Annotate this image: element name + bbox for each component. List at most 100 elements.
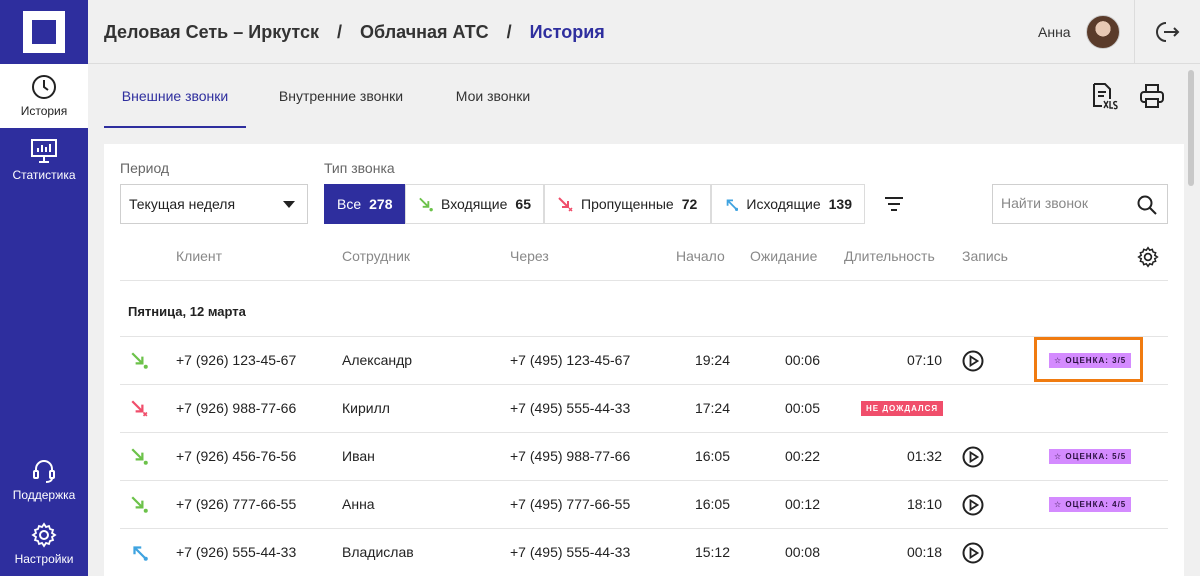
filter-count: 72 <box>681 196 698 212</box>
sidebar-item-history[interactable]: История <box>0 64 88 128</box>
client-phone[interactable]: +7 (926) 988-77-66 <box>176 385 296 432</box>
search-icon[interactable] <box>1137 195 1157 215</box>
tab-external-calls[interactable]: Внешние звонки <box>104 64 246 128</box>
filter-label: Исходящие <box>746 196 821 212</box>
breadcrumb-item-ats[interactable]: Облачная АТС <box>360 22 489 43</box>
avatar[interactable] <box>1086 15 1120 49</box>
rating-highlight-frame <box>1034 337 1143 382</box>
table-row[interactable]: +7 (926) 555-44-33 Владислав +7 (495) 55… <box>120 529 1168 576</box>
date-group-heading: Пятница, 12 марта <box>128 304 246 319</box>
client-phone[interactable]: +7 (926) 123-45-67 <box>176 337 296 384</box>
filter-incoming[interactable]: Входящие 65 <box>405 184 544 224</box>
start-time: 17:24 <box>694 400 730 416</box>
wait-time: 00:08 <box>784 544 820 560</box>
missed-call-icon <box>558 197 573 212</box>
export-xls-icon[interactable] <box>1090 82 1118 110</box>
breadcrumb-separator: / <box>506 21 512 42</box>
column-wait: Ожидание <box>750 248 818 264</box>
sidebar-item-label: Поддержка <box>12 488 76 502</box>
incoming-call-icon <box>131 496 148 513</box>
employee-name: Иван <box>342 448 375 464</box>
tab-internal-calls[interactable]: Внутренние звонки <box>262 64 420 128</box>
star-icon: ☆ <box>1054 452 1066 461</box>
call-tabs: Внешние звонки Внутренние звонки Мои зво… <box>88 64 1184 128</box>
wait-time: 00:06 <box>784 352 820 368</box>
table-row[interactable]: +7 (926) 988-77-66 Кирилл +7 (495) 555-4… <box>120 385 1168 433</box>
rating-badge: ☆ ОЦЕНКА: 4/5 <box>1049 497 1132 512</box>
play-icon[interactable] <box>962 542 984 564</box>
column-duration: Длительность <box>844 248 935 264</box>
sidebar-item-statistics[interactable]: Статистика <box>0 128 88 192</box>
period-select[interactable]: Текущая неделя <box>120 184 308 224</box>
filter-all[interactable]: Все 278 <box>324 184 405 224</box>
employee-name: Александр <box>342 352 413 368</box>
chart-monitor-icon <box>31 139 57 163</box>
filter-outgoing[interactable]: Исходящие 139 <box>711 184 865 224</box>
clock-icon <box>32 75 56 99</box>
start-time: 19:24 <box>694 352 730 368</box>
filter-lines-icon[interactable] <box>884 196 904 212</box>
outgoing-call-icon <box>726 199 739 212</box>
breadcrumb-separator: / <box>337 21 343 42</box>
period-label: Период <box>120 160 170 176</box>
wait-time: 00:22 <box>784 448 820 464</box>
play-icon[interactable] <box>962 446 984 468</box>
employee-name: Владислав <box>342 544 414 560</box>
print-icon[interactable] <box>1138 82 1166 110</box>
duration: 07:10 <box>906 352 942 368</box>
logo-icon <box>23 11 65 53</box>
tab-my-calls[interactable]: Мои звонки <box>442 64 544 128</box>
breadcrumb-item-company[interactable]: Деловая Сеть – Иркутск <box>104 22 319 43</box>
via-phone: +7 (495) 777-66-55 <box>510 496 631 512</box>
play-icon[interactable] <box>962 494 984 516</box>
start-time: 15:12 <box>694 544 730 560</box>
play-icon[interactable] <box>962 350 984 372</box>
client-phone[interactable]: +7 (926) 456-76-56 <box>176 433 296 480</box>
gear-icon <box>31 522 57 548</box>
call-type-label: Тип звонка <box>324 160 395 176</box>
filter-count: 139 <box>828 196 852 212</box>
filter-label: Пропущенные <box>581 196 674 212</box>
table-settings-icon[interactable] <box>1137 246 1159 268</box>
incoming-call-icon <box>419 197 433 212</box>
scrollbar[interactable] <box>1188 70 1194 186</box>
star-icon: ☆ <box>1054 500 1066 509</box>
table-row[interactable]: +7 (926) 456-76-56 Иван +7 (495) 988-77-… <box>120 433 1168 481</box>
column-via: Через <box>510 248 549 264</box>
via-phone: +7 (495) 123-45-67 <box>510 352 631 368</box>
sidebar: История Статистика Поддержка Настройки <box>0 0 88 576</box>
missed-status-badge: НЕ ДОЖДАЛСЯ <box>861 401 944 416</box>
client-phone[interactable]: +7 (926) 555-44-33 <box>176 529 296 576</box>
search-input[interactable] <box>1001 195 1131 211</box>
breadcrumb-item-current: История <box>529 21 605 42</box>
sidebar-item-label: История <box>20 104 68 118</box>
filter-count: 65 <box>515 196 531 212</box>
filter-missed[interactable]: Пропущенные 72 <box>544 184 711 224</box>
incoming-call-icon <box>131 448 148 465</box>
via-phone: +7 (495) 555-44-33 <box>510 400 631 416</box>
logout-icon[interactable] <box>1156 20 1180 44</box>
incoming-call-icon <box>131 352 148 369</box>
sidebar-item-label: Настройки <box>14 552 74 566</box>
rating-badge: ☆ ОЦЕНКА: 5/5 <box>1049 449 1132 464</box>
user-name[interactable]: Анна <box>1038 0 1071 64</box>
client-phone[interactable]: +7 (926) 777-66-55 <box>176 481 296 528</box>
sidebar-item-settings[interactable]: Настройки <box>0 512 88 576</box>
column-employee: Сотрудник <box>342 248 411 264</box>
search-box <box>992 184 1168 224</box>
via-phone: +7 (495) 988-77-66 <box>510 448 631 464</box>
call-history-card: Период Текущая неделя Тип звонка Все 278… <box>104 144 1184 576</box>
sidebar-item-support[interactable]: Поддержка <box>0 448 88 512</box>
filter-count: 278 <box>369 196 393 212</box>
breadcrumb: Деловая Сеть – Иркутск / Облачная АТС / … <box>104 0 605 64</box>
table-row[interactable]: +7 (926) 123-45-67 Александр +7 (495) 12… <box>120 337 1168 385</box>
table-row[interactable]: +7 (926) 777-66-55 Анна +7 (495) 777-66-… <box>120 481 1168 529</box>
duration: 18:10 <box>906 496 942 512</box>
period-value: Текущая неделя <box>129 196 236 212</box>
filter-label: Входящие <box>441 196 508 212</box>
app-logo[interactable] <box>0 0 88 64</box>
duration: 00:18 <box>906 544 942 560</box>
missed-call-icon <box>131 400 148 417</box>
start-time: 16:05 <box>694 496 730 512</box>
column-record: Запись <box>962 248 1008 264</box>
